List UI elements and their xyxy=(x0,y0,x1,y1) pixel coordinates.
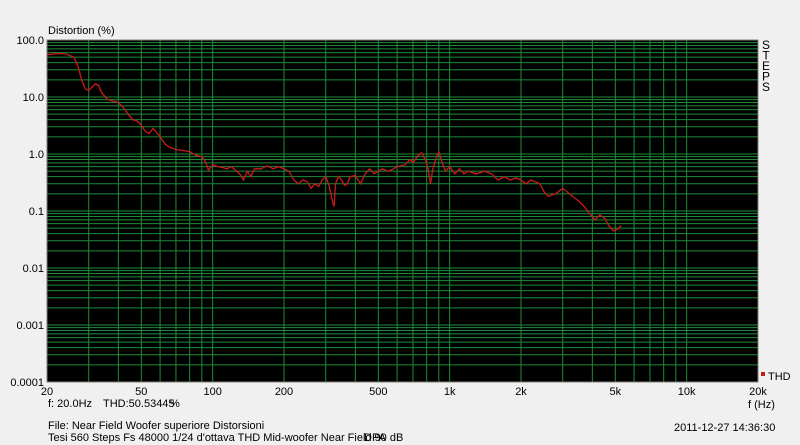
y-axis-title: Distortion (%) xyxy=(48,25,115,37)
frequency-readout: f: 20.0Hz xyxy=(48,398,93,410)
legend-swatch-thd xyxy=(761,372,765,376)
x-tick-label: 100 xyxy=(203,386,221,398)
x-tick-label: 2k xyxy=(515,386,527,398)
legend-label-thd: THD xyxy=(768,371,791,383)
y-tick-label: 0.1 xyxy=(29,206,44,218)
x-tick-label: 200 xyxy=(275,386,293,398)
x-axis-title: f (Hz) xyxy=(748,399,775,411)
y-tick-label: 1.0 xyxy=(29,149,44,161)
x-tick-label: 5k xyxy=(609,386,621,398)
x-tick-label: 1k xyxy=(444,386,456,398)
file-name: File: Near Field Woofer superiore Distor… xyxy=(48,420,265,432)
steps-letter: S xyxy=(762,80,770,94)
x-tick-label: 20k xyxy=(749,386,767,398)
x-tick-label: 10k xyxy=(678,386,696,398)
y-tick-labels: 100.0 10.0 1.0 0.1 0.01 0.001 0.0001 xyxy=(10,35,44,389)
x-tick-labels: 20 50 100 200 500 1k 2k 5k 10k 20k xyxy=(41,386,767,398)
y-tick-label: 0.001 xyxy=(16,320,44,332)
y-tick-label: 10.0 xyxy=(23,92,44,104)
x-tick-label: 50 xyxy=(135,386,147,398)
thd-unit: % xyxy=(170,398,180,410)
distortion-chart: Distortion (%) 20 50 100 200 500 1k 2k 5k 10k 20k… xyxy=(10,25,791,411)
y-tick-label: 0.0001 xyxy=(10,377,44,389)
y-tick-label: 0.01 xyxy=(23,263,44,275)
measurement-description: Tesi 560 Steps Fs 48000 1/24 d'ottava TH… xyxy=(48,432,404,444)
dpa-label: DPA xyxy=(364,432,386,444)
legend: THD xyxy=(761,371,791,383)
x-tick-label: 500 xyxy=(369,386,387,398)
y-tick-label: 100.0 xyxy=(16,35,44,47)
steps-vertical-label: STEPS xyxy=(762,38,770,94)
thd-readout: THD:50.53445 xyxy=(103,398,175,410)
timestamp: 2011-12-27 14:36:30 xyxy=(674,422,776,434)
